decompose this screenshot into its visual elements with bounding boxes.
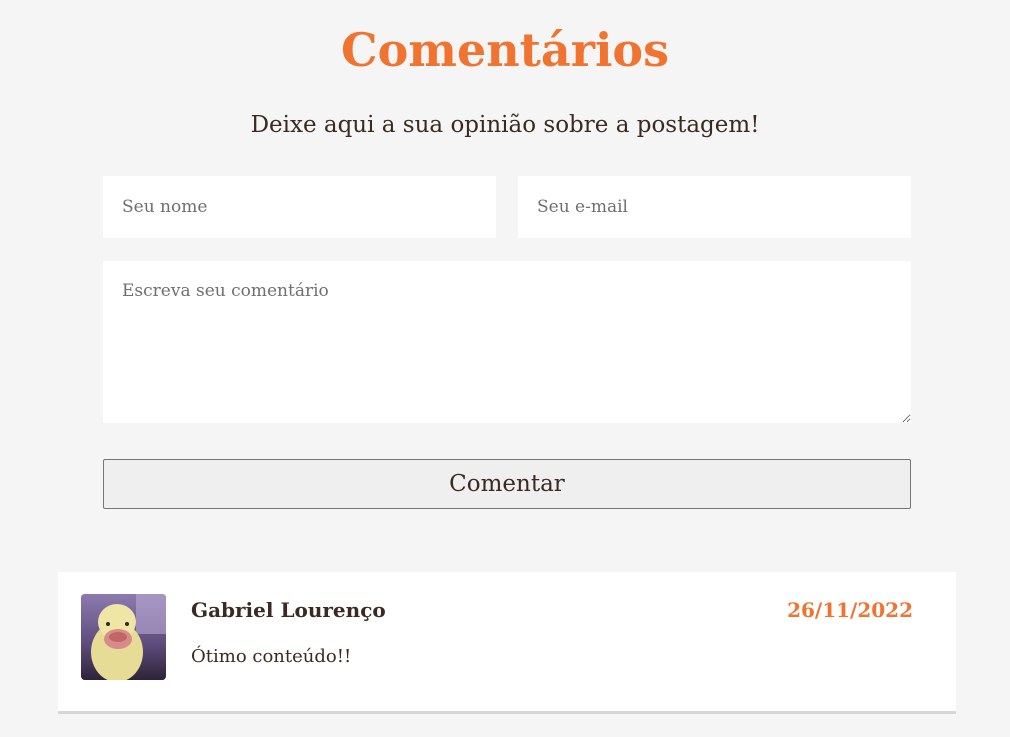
comment-author: Gabriel Lourenço bbox=[191, 598, 386, 622]
page-title: Comentários bbox=[340, 23, 670, 77]
user-photo-avatar-icon bbox=[81, 594, 166, 680]
name-input[interactable] bbox=[103, 176, 496, 238]
comments-page: Comentários Deixe aqui a sua opinião sob… bbox=[0, 0, 1010, 737]
comment-text: Ótimo conteúdo!! bbox=[191, 646, 352, 667]
page-subtitle: Deixe aqui a sua opinião sobre a postage… bbox=[250, 112, 760, 138]
avatar bbox=[81, 594, 166, 680]
comment-date: 26/11/2022 bbox=[787, 598, 913, 622]
comment-submit-button[interactable]: Comentar bbox=[103, 459, 911, 509]
comment-textarea[interactable] bbox=[103, 261, 911, 423]
comment-card: Gabriel Lourenço 26/11/2022 Ótimo conteú… bbox=[58, 572, 956, 714]
email-input[interactable] bbox=[518, 176, 911, 238]
